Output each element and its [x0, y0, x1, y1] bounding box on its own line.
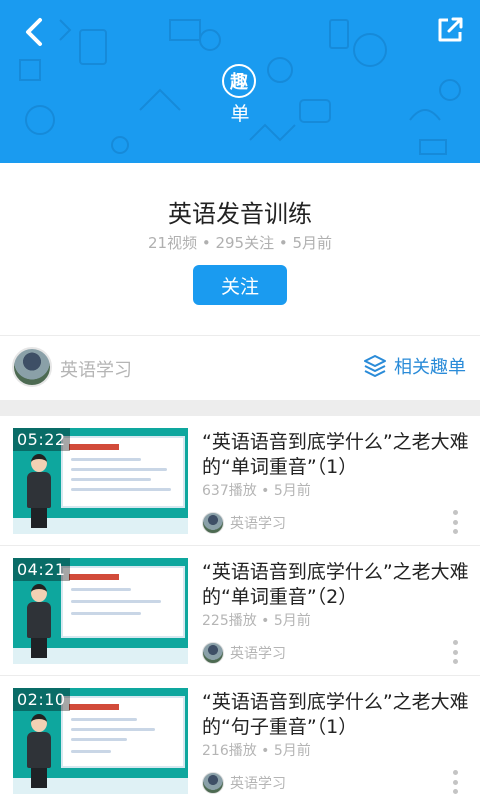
slide-line	[71, 612, 141, 615]
slide-line	[71, 588, 131, 591]
video-duration: 02:10	[13, 688, 70, 711]
presenter-head	[31, 714, 47, 732]
presenter-body	[27, 602, 51, 638]
slide-line	[71, 478, 151, 481]
video-thumbnail[interactable]: 05:22	[13, 428, 188, 534]
slide-line	[71, 738, 127, 741]
more-vertical-icon[interactable]	[452, 770, 458, 794]
header-banner: 趣 单	[0, 0, 480, 163]
external-share-icon	[438, 17, 463, 42]
video-list-item[interactable]: 02:10 “英语语音到底学什么”之老大难的“句子重音”（1） 216播放 • …	[0, 676, 480, 800]
related-qudan-label: 相关趣单	[394, 357, 466, 378]
slide-line	[71, 718, 137, 721]
slide-line	[71, 468, 167, 471]
video-list-item[interactable]: 05:22 “英语语音到底学什么”之老大难的“单词重音”（1） 637播放 • …	[0, 416, 480, 546]
follow-button[interactable]: 关注	[193, 265, 287, 305]
qudan-badge: 趣	[222, 64, 256, 98]
slide-header	[69, 444, 119, 450]
video-author[interactable]: 英语学习	[202, 642, 286, 664]
video-author[interactable]: 英语学习	[202, 772, 286, 794]
video-title[interactable]: “英语语音到底学什么”之老大难的“单词重音”（1）	[202, 430, 470, 480]
video-author-name: 英语学习	[230, 516, 286, 532]
video-author[interactable]: 英语学习	[202, 512, 286, 534]
presenter-body	[27, 732, 51, 768]
divider	[0, 335, 480, 336]
more-vertical-icon[interactable]	[452, 640, 458, 664]
slide-header	[69, 574, 119, 580]
video-list-item[interactable]: 04:21 “英语语音到底学什么”之老大难的“单词重音”（2） 225播放 • …	[0, 546, 480, 676]
video-author-name: 英语学习	[230, 776, 286, 792]
author-name[interactable]: 英语学习	[60, 356, 132, 382]
section-divider	[0, 400, 480, 416]
more-vertical-icon[interactable]	[452, 510, 458, 534]
slide-header	[69, 704, 119, 710]
video-thumbnail[interactable]: 04:21	[13, 558, 188, 664]
video-meta: 225播放 • 5月前	[202, 613, 311, 629]
slide-line	[71, 600, 161, 603]
presenter-legs	[31, 508, 47, 528]
thumbnail-slide	[61, 436, 185, 508]
thumbnail-slide	[61, 696, 185, 768]
avatar	[202, 772, 224, 794]
presenter-head	[31, 454, 47, 472]
qudan-label: 单	[230, 103, 250, 125]
video-duration: 04:21	[13, 558, 70, 581]
video-meta: 216播放 • 5月前	[202, 743, 311, 759]
presenter-legs	[31, 638, 47, 658]
playlist-meta: 21视频 • 295关注 • 5月前	[147, 234, 333, 252]
video-duration: 05:22	[13, 428, 70, 451]
video-title[interactable]: “英语语音到底学什么”之老大难的“单词重音”（2）	[202, 560, 470, 610]
layers-icon	[364, 355, 386, 377]
slide-line	[71, 458, 141, 461]
avatar	[202, 512, 224, 534]
video-thumbnail[interactable]: 02:10	[13, 688, 188, 794]
presenter-body	[27, 472, 51, 508]
share-button[interactable]	[430, 10, 470, 50]
author-avatar[interactable]	[12, 347, 52, 387]
video-title[interactable]: “英语语音到底学什么”之老大难的“句子重音”（1）	[202, 690, 470, 740]
back-button[interactable]	[14, 10, 54, 54]
video-meta: 637播放 • 5月前	[202, 483, 311, 499]
presenter-head	[31, 584, 47, 602]
video-author-name: 英语学习	[230, 646, 286, 662]
avatar	[202, 642, 224, 664]
related-qudan-button[interactable]: 相关趣单	[362, 353, 466, 379]
presenter-legs	[31, 768, 47, 788]
slide-line	[71, 750, 111, 753]
slide-line	[71, 728, 155, 731]
slide-line	[71, 488, 171, 491]
playlist-title: 英语发音训练	[168, 200, 312, 228]
chevron-left-icon	[26, 18, 42, 46]
thumbnail-slide	[61, 566, 185, 638]
